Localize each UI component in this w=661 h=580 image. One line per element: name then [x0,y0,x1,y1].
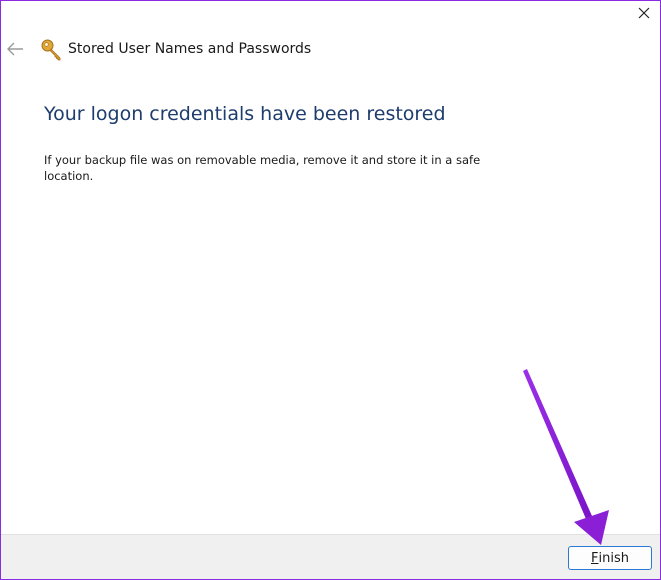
close-button[interactable] [632,3,656,23]
instruction-text: If your backup file was on removable med… [44,153,481,183]
finish-label-rest: inish [598,550,629,566]
back-button[interactable] [5,39,25,59]
close-icon [638,7,650,19]
finish-mnemonic: F [591,550,599,566]
key-icon [41,39,61,61]
wizard-window: Stored User Names and Passwords Your log… [0,0,661,580]
page-heading: Your logon credentials have been restore… [44,103,446,125]
back-arrow-icon [7,42,23,56]
wizard-footer: Finish [1,534,660,579]
wizard-title: Stored User Names and Passwords [68,41,312,57]
wizard-header: Stored User Names and Passwords [1,35,660,65]
finish-button[interactable]: Finish [568,546,652,570]
